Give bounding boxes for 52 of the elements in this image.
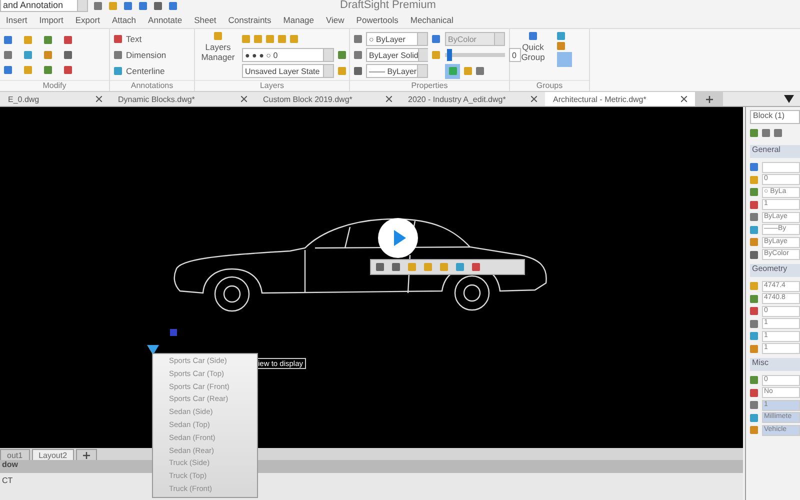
menu-tab[interactable]: Annotate [148, 15, 182, 25]
window-title: DraftSight Premium [340, 0, 436, 11]
insertion-point-icon[interactable] [147, 345, 159, 355]
document-tab[interactable]: Architectural - Metric.dwg* [545, 92, 695, 106]
command-line: CT [1, 475, 14, 485]
selection-dropdown[interactable]: Block (1) [750, 110, 800, 124]
plus-icon[interactable] [83, 452, 90, 458]
ribbon-command[interactable]: Text [126, 34, 142, 44]
grip-icon[interactable] [170, 329, 177, 336]
panel-title: Modify [0, 80, 109, 91]
menu-tab[interactable]: Manage [283, 15, 314, 25]
menu-tab[interactable]: Import [39, 15, 64, 25]
layout-tab[interactable]: Layout2 [32, 449, 74, 460]
workspace-dropdown[interactable]: and Annotation [0, 0, 88, 12]
layer-dropdown[interactable]: ● ● ● ○ 0 [242, 48, 334, 62]
plus-icon[interactable] [706, 96, 712, 102]
layers-manager-button[interactable]: Layers Manager [199, 32, 237, 62]
lineweight-dropdown[interactable]: —— ByLayer [366, 64, 428, 78]
ribbon-command[interactable]: Centerline [126, 66, 165, 76]
section-header[interactable]: Misc [750, 358, 800, 371]
select-toggle-icon[interactable] [445, 64, 460, 78]
new-tab-button[interactable] [695, 92, 723, 106]
color-dropdown[interactable]: ○ ByLayer [366, 32, 428, 46]
panel-title: Properties [350, 80, 509, 91]
close-icon[interactable] [96, 96, 102, 102]
close-icon[interactable] [241, 96, 247, 102]
menu-tab[interactable]: Constraints [228, 15, 272, 25]
ribbon-command[interactable]: Dimension [126, 50, 166, 60]
menu-tab[interactable]: Sheet [194, 15, 216, 25]
panel-title: Groups [510, 80, 589, 91]
close-icon[interactable] [681, 96, 687, 102]
linestyle-dropdown[interactable]: ByLayer Solid [366, 48, 428, 62]
section-header[interactable]: Geometry [750, 264, 800, 277]
layout-tab[interactable]: out1 [0, 449, 30, 460]
menu-tab[interactable]: Powertools [356, 15, 398, 25]
play-button-icon[interactable] [378, 218, 418, 258]
add-layout-button[interactable] [76, 449, 98, 460]
menu-tab[interactable]: Insert [6, 15, 28, 25]
layer-state-dropdown[interactable]: Unsaved Layer State [242, 64, 334, 78]
transparency-field[interactable]: 0 [509, 48, 521, 62]
menu-tab[interactable]: Mechanical [410, 15, 454, 25]
property-field[interactable] [762, 162, 800, 172]
panel-title: Layers [195, 80, 349, 91]
close-icon[interactable] [531, 96, 537, 102]
panel-title: Annotations [110, 80, 194, 91]
menu-tab[interactable]: Attach [112, 15, 136, 25]
menu-tab[interactable]: Export [75, 15, 100, 25]
close-icon[interactable] [386, 96, 392, 102]
dropdown-arrow-icon[interactable] [784, 95, 794, 103]
menu-tab[interactable]: View [326, 15, 344, 25]
section-header[interactable]: General [750, 145, 800, 158]
group-toggle-icon[interactable] [557, 52, 572, 67]
